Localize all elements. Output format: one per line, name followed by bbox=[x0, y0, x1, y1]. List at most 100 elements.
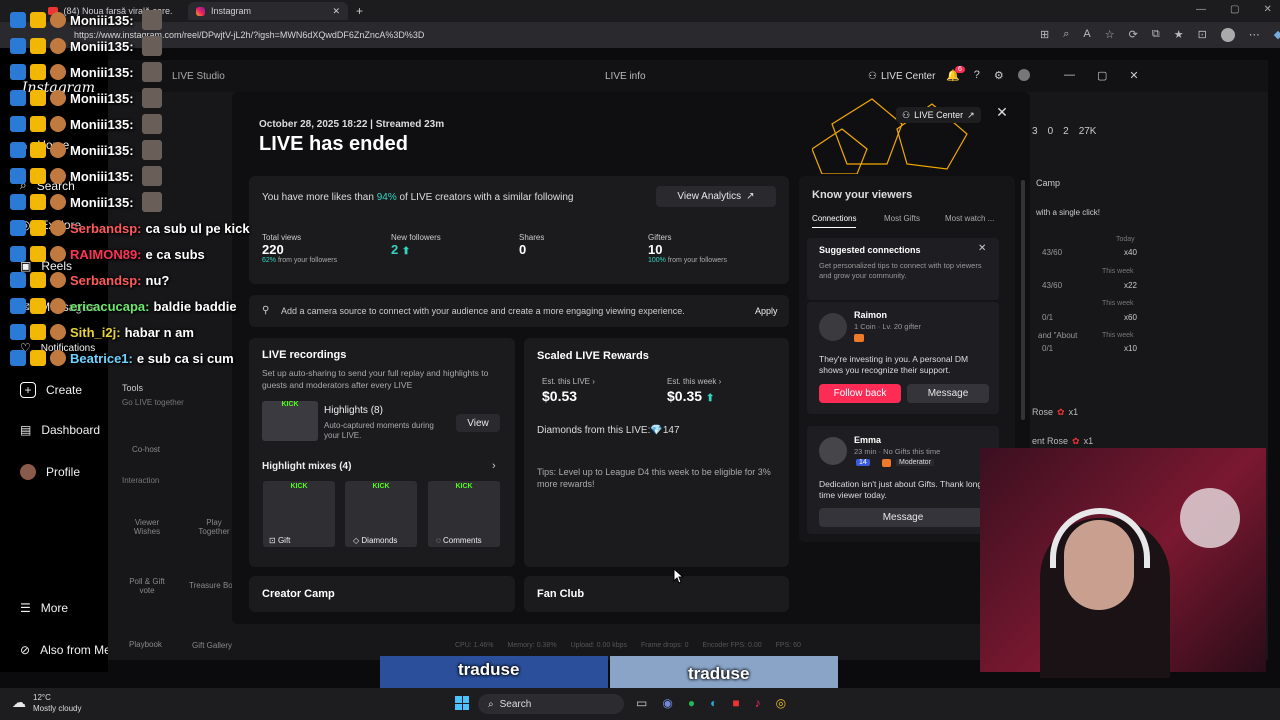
maximize-icon[interactable]: ▢ bbox=[1097, 69, 1107, 82]
dashboard-icon: ▤ bbox=[20, 423, 32, 437]
avatar[interactable] bbox=[819, 437, 847, 465]
viewer-name[interactable]: Emma bbox=[854, 435, 881, 445]
close-modal-icon[interactable]: ✕ bbox=[992, 104, 1012, 124]
follow-back-button[interactable]: Follow back bbox=[819, 384, 901, 403]
weather-temp[interactable]: 12°C bbox=[33, 693, 51, 702]
minimize-icon[interactable]: — bbox=[1064, 69, 1075, 82]
tiktok-icon[interactable]: ♪ bbox=[755, 696, 761, 710]
highlights-thumbnail[interactable]: KICK bbox=[262, 401, 318, 441]
webcam-feed bbox=[980, 448, 1266, 678]
chrome-icon[interactable]: ◎ bbox=[776, 696, 786, 710]
crown-icon bbox=[30, 38, 46, 54]
new-tab-icon[interactable]: + bbox=[356, 4, 363, 18]
mix-label-text: Comments bbox=[443, 536, 482, 545]
mix-thumb-comments[interactable]: KICK ◌ Comments bbox=[428, 481, 500, 547]
meta-icon: ⊘ bbox=[20, 643, 31, 657]
mix-thumb-gift[interactable]: KICK ⊡ Gift bbox=[263, 481, 335, 547]
badge-icon bbox=[10, 298, 26, 314]
close-icon[interactable]: ✕ bbox=[1263, 4, 1271, 15]
avatar[interactable] bbox=[819, 313, 847, 341]
reading-icon[interactable]: ⊞ bbox=[1040, 28, 1049, 42]
nav-label: More bbox=[40, 601, 69, 615]
app-icon[interactable]: ■ bbox=[732, 696, 739, 710]
copilot-icon[interactable]: ◆ bbox=[1274, 28, 1280, 42]
task-view-icon[interactable]: ▭ bbox=[636, 696, 647, 710]
stat-value: 220 bbox=[262, 242, 284, 257]
extensions-icon[interactable]: ⟳ bbox=[1129, 28, 1138, 42]
close-icon[interactable]: ✕ bbox=[978, 243, 986, 254]
live-center-button[interactable]: ⚇ LIVE Center ↗ bbox=[896, 107, 981, 123]
tab-connections[interactable]: Connections bbox=[812, 214, 857, 228]
apply-button[interactable]: Apply bbox=[755, 306, 778, 316]
avatar[interactable] bbox=[1017, 69, 1030, 81]
est-live-label[interactable]: Est. this LIVE › bbox=[542, 377, 595, 386]
message-button[interactable]: Message bbox=[819, 508, 987, 527]
avatar[interactable] bbox=[1220, 28, 1235, 42]
nav-more[interactable]: ☰ More bbox=[20, 601, 68, 615]
discord-icon[interactable]: ◉ bbox=[662, 696, 672, 710]
tab-most-watch[interactable]: Most watch ... bbox=[945, 214, 994, 223]
mix-thumb-diamonds[interactable]: KICK ◇ Diamonds bbox=[345, 481, 417, 547]
minimize-icon[interactable]: — bbox=[1196, 4, 1206, 15]
split-icon[interactable]: ⧉ bbox=[1152, 28, 1160, 42]
live-center-link[interactable]: ⚇ LIVE Center bbox=[868, 71, 935, 82]
studio-title: LIVE Studio bbox=[172, 71, 225, 82]
zoom-icon[interactable]: ⌕ bbox=[1063, 28, 1069, 42]
recordings-title: LIVE recordings bbox=[262, 349, 347, 361]
decorative-stars bbox=[812, 98, 968, 174]
status-text: Upload: 0.00 kbps bbox=[570, 642, 627, 649]
favorite-icon[interactable]: ☆ bbox=[1105, 28, 1115, 42]
badge-icon bbox=[10, 64, 26, 80]
settings-icon[interactable]: ⚙ bbox=[994, 69, 1004, 82]
emote-icon bbox=[50, 246, 66, 262]
est-week-label[interactable]: Est. this week › bbox=[667, 377, 721, 386]
chevron-right-icon[interactable]: › bbox=[492, 460, 496, 472]
close-icon[interactable]: ✕ bbox=[1129, 69, 1138, 82]
windows-start-icon[interactable] bbox=[455, 696, 469, 710]
nav-also-from-meta[interactable]: ⊘ Also from Meta bbox=[20, 643, 121, 657]
edge-icon[interactable]: ◐ bbox=[710, 696, 717, 710]
nav-dashboard[interactable]: ▤ Dashboard bbox=[20, 423, 100, 437]
kick-logo: KICK bbox=[372, 483, 390, 490]
co-host-button[interactable]: Co-host bbox=[132, 445, 160, 454]
stream-date: October 28, 2025 18:22 | Streamed 23m bbox=[259, 119, 445, 130]
url-field[interactable]: https://www.instagram.com/reel/DPwjtV-jL… bbox=[62, 27, 1042, 43]
est-week-amount: $0.35 bbox=[667, 388, 703, 404]
close-tab-icon[interactable]: ✕ bbox=[332, 6, 340, 17]
spotify-icon[interactable]: ● bbox=[688, 696, 695, 710]
read-aloud-icon[interactable]: A bbox=[1083, 28, 1090, 42]
gift-gallery-button[interactable]: Gift Gallery bbox=[192, 641, 232, 650]
viewer-wishes-button[interactable]: Viewer Wishes bbox=[132, 518, 162, 536]
taskbar-search[interactable]: ⌕ Search bbox=[478, 694, 624, 714]
play-together-button[interactable]: Play Together bbox=[198, 518, 230, 536]
live-info-tab[interactable]: LIVE info bbox=[605, 71, 646, 82]
weather-desc[interactable]: Mostly cloudy bbox=[33, 704, 81, 713]
task-progress: and "About bbox=[1038, 331, 1078, 340]
nav-create[interactable]: + Create bbox=[20, 382, 82, 398]
stat-value: 2 bbox=[1063, 126, 1069, 137]
mix-label: ⊡ Gift bbox=[269, 536, 290, 545]
playbook-button[interactable]: Playbook bbox=[129, 640, 162, 649]
favorites-bar-icon[interactable]: ★ bbox=[1174, 28, 1184, 42]
poll-gift-vote-button[interactable]: Poll & Gift vote bbox=[126, 577, 168, 595]
studio-stats: 3 0 2 27K bbox=[1032, 126, 1096, 137]
rose-icon: ✿ bbox=[1072, 436, 1080, 446]
treasure-box-button[interactable]: Treasure Box bbox=[189, 581, 237, 590]
view-analytics-button[interactable]: View Analytics ↗ bbox=[656, 186, 776, 207]
maximize-icon[interactable]: ▢ bbox=[1230, 4, 1239, 15]
status-text: Frame drops: 0 bbox=[641, 642, 689, 649]
tab-most-gifts[interactable]: Most Gifts bbox=[884, 214, 920, 223]
nav-profile[interactable]: Profile bbox=[20, 464, 80, 480]
rose-icon: ✿ bbox=[1057, 407, 1065, 417]
emote-icon bbox=[141, 10, 162, 30]
weather-icon: ☁ bbox=[12, 694, 26, 710]
viewer-name[interactable]: Raimon bbox=[854, 310, 887, 320]
message-button[interactable]: Message bbox=[907, 384, 989, 403]
view-highlights-button[interactable]: View bbox=[456, 414, 500, 432]
menu-icon[interactable]: ⋯ bbox=[1249, 28, 1260, 42]
collections-icon[interactable]: ⊡ bbox=[1198, 28, 1207, 42]
help-icon[interactable]: ? bbox=[974, 69, 980, 82]
browser-tab-instagram[interactable]: Instagram ✕ bbox=[188, 2, 348, 20]
browser-toolbar-icons: ⊞ ⌕ A ☆ ⟳ ⧉ ★ ⊡ ⋯ ◆ bbox=[1040, 28, 1280, 42]
viewers-scrollbar[interactable] bbox=[1021, 180, 1025, 420]
